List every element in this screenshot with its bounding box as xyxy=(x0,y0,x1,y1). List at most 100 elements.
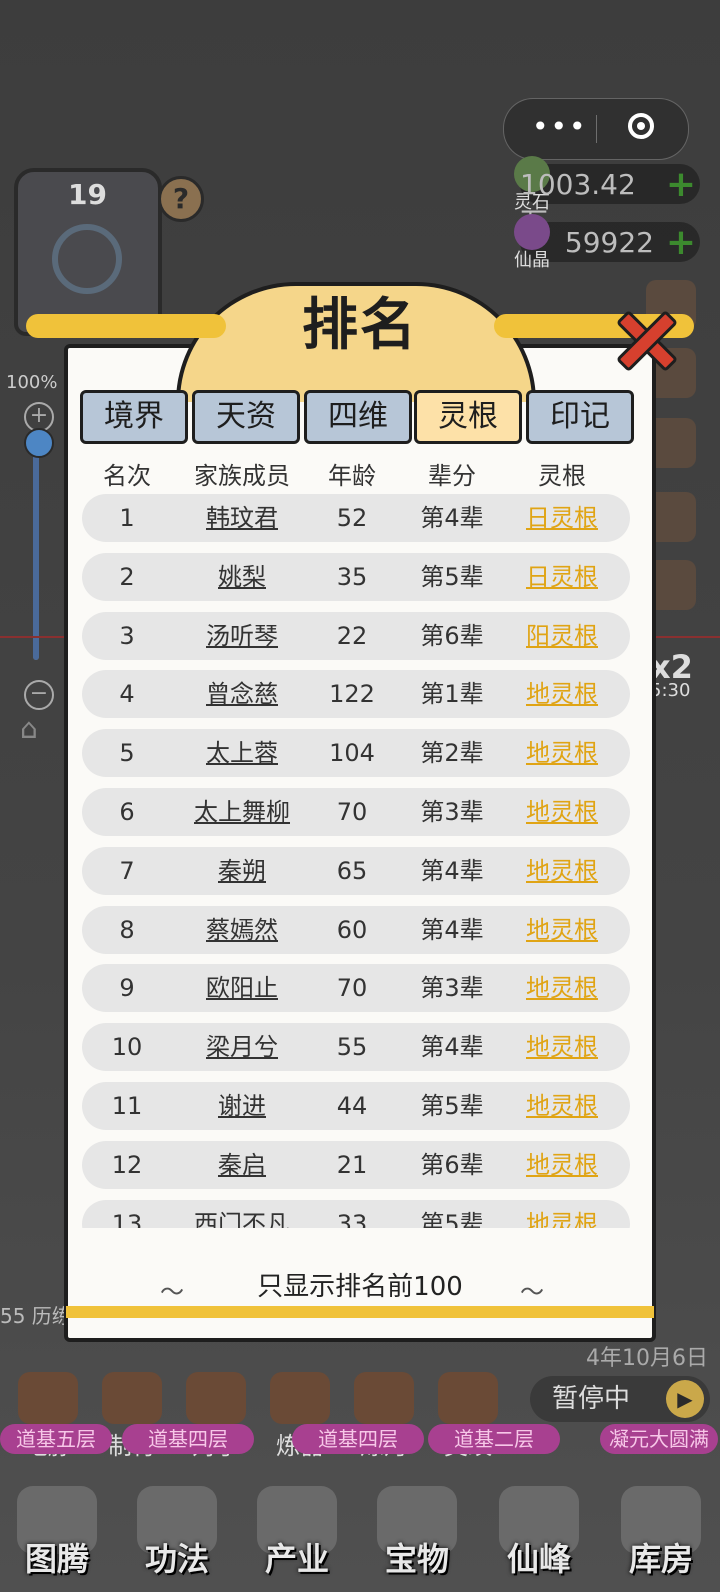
member-name-link[interactable]: 谢进 xyxy=(182,1082,302,1130)
tab-spirit-root[interactable]: 灵根 xyxy=(414,390,522,444)
member-name-link[interactable]: 秦朔 xyxy=(182,847,302,895)
member-name-link[interactable]: 太上舞柳 xyxy=(182,788,302,836)
tab-aptitude[interactable]: 天资 xyxy=(192,390,300,444)
mini-program-capsule: ••• xyxy=(503,98,689,160)
play-icon[interactable]: ▶ xyxy=(666,1380,704,1418)
spirit-root-link[interactable]: 地灵根 xyxy=(512,788,612,836)
table-row: 9 欧阳止 70 第3辈 地灵根 xyxy=(82,964,630,1013)
member-name-link[interactable]: 欧阳止 xyxy=(182,964,302,1012)
spirit-root-link[interactable]: 地灵根 xyxy=(512,1082,612,1130)
spirit-root-link[interactable]: 地灵根 xyxy=(512,847,612,895)
location-pin-icon[interactable]: ⌂ xyxy=(20,712,54,746)
immortal-crystal-icon xyxy=(514,214,550,250)
nav-label: 产业 xyxy=(264,1540,329,1578)
add-spirit-stone-button[interactable]: + xyxy=(666,164,696,205)
spirit-root-link[interactable]: 日灵根 xyxy=(512,553,612,601)
spirit-root-link[interactable]: 地灵根 xyxy=(512,964,612,1012)
table-row: 2 姚梨 35 第5辈 日灵根 xyxy=(82,552,630,601)
age-cell: 55 xyxy=(336,1033,368,1062)
nav-peak[interactable]: 仙峰 xyxy=(484,1482,594,1592)
speed-timer-icon: 5:30 xyxy=(650,680,691,701)
spirit-root-link[interactable]: 阳灵根 xyxy=(512,612,612,660)
rank-cell: 3 xyxy=(119,621,135,650)
age-cell: 22 xyxy=(336,621,368,650)
nav-storage[interactable]: 库房 xyxy=(606,1482,716,1592)
capsule-divider xyxy=(596,115,597,143)
resource-spirit-stone: 灵石 1003.42万 + xyxy=(514,156,700,239)
generation-cell: 第4辈 xyxy=(420,915,484,944)
tab-realm[interactable]: 境界 xyxy=(80,390,188,444)
more-icon[interactable]: ••• xyxy=(532,113,588,141)
nav-treasure[interactable]: 宝物 xyxy=(362,1482,472,1592)
tab-mark[interactable]: 印记 xyxy=(526,390,634,444)
table-row: 11 谢进 44 第5辈 地灵根 xyxy=(82,1082,630,1130)
nav-totem[interactable]: 图腾 xyxy=(2,1482,112,1592)
rank-cell: 8 xyxy=(119,915,135,944)
spirit-root-link[interactable]: 地灵根 xyxy=(512,1200,612,1228)
generation-cell: 第3辈 xyxy=(420,798,484,826)
member-name-link[interactable]: 梁月兮 xyxy=(182,1023,302,1071)
age-cell: 35 xyxy=(336,562,368,591)
spirit-root-link[interactable]: 地灵根 xyxy=(512,670,612,718)
ranking-footer-note: 只显示排名前100 xyxy=(257,1272,463,1302)
ranking-tabs: 境界 天资 四维 灵根 印记 xyxy=(80,390,640,446)
member-name-link[interactable]: 汤听琴 xyxy=(182,612,302,660)
member-name-link[interactable]: 太上蓉 xyxy=(182,729,302,777)
member-name-link[interactable]: 西门不凡 xyxy=(182,1200,302,1228)
member-name-link[interactable]: 韩玟君 xyxy=(182,494,302,542)
nav-label: 功法 xyxy=(144,1540,209,1578)
rank-cell: 6 xyxy=(119,798,135,826)
member-name-link[interactable]: 蔡嫣然 xyxy=(182,906,302,954)
table-row: 13 西门不凡 33 第5辈 地灵根 xyxy=(82,1199,630,1228)
column-header-member: 家族成员 xyxy=(194,462,290,490)
zoom-slider-knob[interactable] xyxy=(24,428,54,458)
rank-cell: 2 xyxy=(119,562,135,591)
generation-cell: 第6辈 xyxy=(420,1150,484,1179)
generation-cell: 第6辈 xyxy=(420,621,484,650)
member-name-link[interactable]: 姚梨 xyxy=(182,553,302,601)
table-row: 8 蔡嫣然 60 第4辈 地灵根 xyxy=(82,905,630,954)
rune-icon xyxy=(438,1372,498,1424)
realm-badge: 道基四层 xyxy=(292,1424,424,1454)
rank-cell: 7 xyxy=(119,856,135,885)
add-immortal-crystal-button[interactable]: + xyxy=(666,222,696,263)
age-cell: 52 xyxy=(336,504,368,532)
dialog-bottom-trim xyxy=(66,1306,654,1318)
table-row: 10 梁月兮 55 第4辈 地灵根 xyxy=(82,1023,630,1072)
realm-badge: 道基五层 xyxy=(0,1424,112,1454)
spirit-root-link[interactable]: 地灵根 xyxy=(512,906,612,954)
nav-label: 仙峰 xyxy=(506,1540,571,1578)
nav-industry[interactable]: 产业 xyxy=(242,1482,352,1592)
member-name-link[interactable]: 曾念慈 xyxy=(182,670,302,718)
generation-cell: 第5辈 xyxy=(420,562,484,591)
talisman-icon xyxy=(102,1372,162,1424)
tab-four-dimensions[interactable]: 四维 xyxy=(304,390,412,444)
age-cell: 70 xyxy=(336,798,368,826)
realm-badge: 道基二层 xyxy=(428,1424,560,1454)
dialog-title: 排名 xyxy=(302,293,418,358)
zoom-out-button[interactable]: − xyxy=(24,680,54,710)
realm-badge: 道基四层 xyxy=(122,1424,254,1454)
avatar-emblem-icon xyxy=(52,224,122,294)
resource-value: 59922 xyxy=(564,226,654,259)
spirit-root-link[interactable]: 地灵根 xyxy=(512,1023,612,1071)
rank-cell: 13 xyxy=(111,1209,143,1228)
spirit-root-link[interactable]: 地灵根 xyxy=(512,1141,612,1189)
close-mini-program-icon[interactable] xyxy=(628,113,654,139)
nav-technique[interactable]: 功法 xyxy=(122,1482,232,1592)
spirit-root-link[interactable]: 地灵根 xyxy=(512,729,612,777)
ranking-list[interactable]: 1 韩玟君 52 第4辈 日灵根 2 姚梨 35 第5辈 日灵根 3 汤听琴 22 第6辈 阳灵根 4 曾念慈 1… xyxy=(82,494,630,1228)
spirit-root-link[interactable]: 日灵根 xyxy=(512,494,612,542)
column-header-generation: 辈分 xyxy=(428,462,476,490)
age-cell: 104 xyxy=(329,739,375,768)
generation-cell: 第3辈 xyxy=(420,974,484,1003)
rank-cell: 11 xyxy=(111,1092,143,1120)
close-icon[interactable] xyxy=(612,306,679,373)
help-button[interactable]: ? xyxy=(158,176,204,222)
player-level: 19 xyxy=(68,178,107,211)
trial-partial[interactable]: 55 历练 xyxy=(0,1300,72,1329)
member-name-link[interactable]: 秦启 xyxy=(182,1141,302,1189)
generation-cell: 第5辈 xyxy=(420,1092,484,1120)
column-header-spirit-root: 灵根 xyxy=(538,462,586,490)
generation-cell: 第1辈 xyxy=(420,680,484,709)
